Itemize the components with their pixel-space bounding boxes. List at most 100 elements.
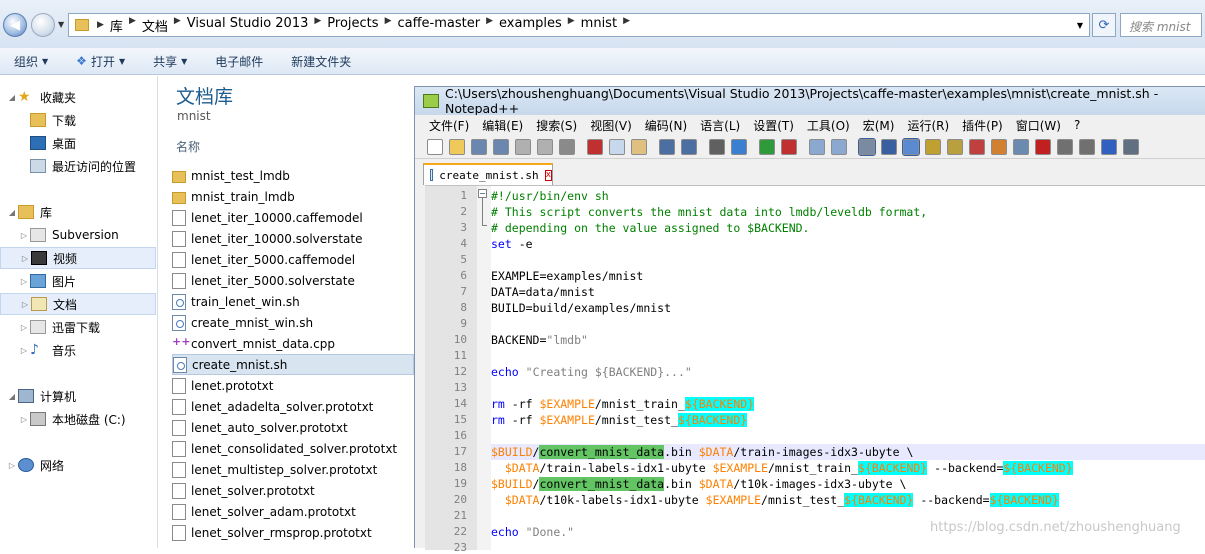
redo-icon[interactable] <box>681 139 697 155</box>
breadcrumb-item[interactable]: 库 <box>110 16 123 35</box>
menu-item[interactable]: 语言(L) <box>700 117 740 134</box>
menu-item[interactable]: 工具(O) <box>807 117 850 134</box>
share-button[interactable]: 共享 ▼ <box>139 53 201 70</box>
print-icon[interactable] <box>559 139 575 155</box>
search-input[interactable]: 搜索 mnist <box>1120 13 1202 37</box>
record-macro-icon[interactable] <box>1035 139 1051 155</box>
nav-subversion[interactable]: ▷ Subversion <box>0 224 156 246</box>
file-row[interactable]: lenet_solver.prototxt <box>172 480 414 501</box>
breadcrumb-separator-icon[interactable]: ▶ <box>568 16 575 35</box>
menu-item[interactable]: 搜索(S) <box>536 117 577 134</box>
breadcrumb-separator-icon[interactable]: ▶ <box>486 16 493 35</box>
file-row[interactable]: mnist_test_lmdb <box>172 165 414 186</box>
code-editor[interactable]: 1 2 3 4 5 6 7 8 9 10 11 12 13 14 15 16 17 18 19 20 21 22 23 − … <box>425 185 1205 554</box>
file-row[interactable]: lenet_iter_5000.caffemodel <box>172 249 414 270</box>
menu-item[interactable]: 运行(R) <box>907 117 949 134</box>
file-row[interactable]: lenet_iter_10000.caffemodel <box>172 207 414 228</box>
menu-item[interactable]: 插件(P) <box>962 117 1003 134</box>
breadcrumb-separator-icon[interactable]: ▶ <box>129 16 136 35</box>
breadcrumb-separator-icon[interactable]: ▶ <box>623 16 630 35</box>
tab-create-mnist-sh[interactable]: create_mnist.sh x <box>423 163 553 185</box>
monitor-icon[interactable] <box>1013 139 1029 155</box>
nav-local-disk[interactable]: ▷ 本地磁盘 (C:) <box>0 408 156 430</box>
copy-icon[interactable] <box>609 139 625 155</box>
breadcrumb-item[interactable]: 文档 <box>142 16 168 35</box>
function-list-icon[interactable] <box>969 139 985 155</box>
fold-toggle-icon[interactable]: − <box>478 189 487 198</box>
paste-icon[interactable] <box>631 139 647 155</box>
breadcrumb-item[interactable]: examples <box>499 16 562 35</box>
nav-videos[interactable]: ▷ 视频 <box>0 247 156 269</box>
menu-item[interactable]: 编辑(E) <box>482 117 523 134</box>
breadcrumb-separator-icon[interactable]: ▶ <box>385 16 392 35</box>
nav-desktop[interactable]: 桌面 <box>0 132 156 154</box>
nav-network[interactable]: ▷ 网络 <box>0 454 156 476</box>
doc-map-icon[interactable] <box>947 139 963 155</box>
file-row[interactable]: mnist_train_lmdb <box>172 186 414 207</box>
breadcrumb-item[interactable]: mnist <box>581 16 617 35</box>
close-all-icon[interactable] <box>537 139 553 155</box>
file-row[interactable]: ++ convert_mnist_data.cpp <box>172 333 414 354</box>
menu-item[interactable]: 视图(V) <box>590 117 632 134</box>
play-macro-icon[interactable] <box>1079 139 1095 155</box>
undo-icon[interactable] <box>659 139 675 155</box>
menu-item[interactable]: 文件(F) <box>429 117 469 134</box>
file-row[interactable]: create_mnist_win.sh <box>172 312 414 333</box>
run-macro-multiple-icon[interactable] <box>1101 139 1117 155</box>
column-header-name[interactable]: 名称 <box>176 138 200 155</box>
save-macro-icon[interactable] <box>1123 139 1139 155</box>
file-row[interactable]: lenet_solver_rmsprop.prototxt <box>172 522 414 543</box>
close-icon[interactable] <box>515 139 531 155</box>
nav-documents[interactable]: ▷ 文档 <box>0 293 156 315</box>
menu-item[interactable]: 设置(T) <box>753 117 794 134</box>
recent-pages-dropdown-icon[interactable]: ▼ <box>58 20 64 29</box>
file-row[interactable]: create_mnist.sh <box>172 354 414 375</box>
breadcrumb-separator-icon[interactable]: ▶ <box>314 16 321 35</box>
open-file-icon[interactable] <box>449 139 465 155</box>
sync-v-icon[interactable] <box>809 139 825 155</box>
nav-computer[interactable]: ◢ 计算机 <box>0 385 156 407</box>
file-row[interactable]: lenet_iter_10000.solverstate <box>172 228 414 249</box>
zoom-in-icon[interactable] <box>759 139 775 155</box>
cut-icon[interactable] <box>587 139 603 155</box>
file-row[interactable]: train_lenet_win.sh <box>172 291 414 312</box>
nav-libraries[interactable]: ◢ 库 <box>0 201 156 223</box>
file-row[interactable]: lenet_solver_adam.prototxt <box>172 501 414 522</box>
breadcrumb-item[interactable]: Visual Studio 2013 <box>187 16 309 35</box>
stop-macro-icon[interactable] <box>1057 139 1073 155</box>
new-file-icon[interactable] <box>427 139 443 155</box>
save-all-icon[interactable] <box>493 139 509 155</box>
save-icon[interactable] <box>471 139 487 155</box>
nav-favorites[interactable]: ◢ ★ 收藏夹 <box>0 86 156 108</box>
organize-button[interactable]: 组织 ▼ <box>0 53 62 70</box>
udl-icon[interactable] <box>925 139 941 155</box>
find-icon[interactable] <box>709 139 725 155</box>
show-all-chars-icon[interactable] <box>881 139 897 155</box>
menu-item[interactable]: 窗口(W) <box>1016 117 1061 134</box>
file-row[interactable]: lenet_multistep_solver.prototxt <box>172 459 414 480</box>
breadcrumb-separator-icon[interactable]: ▶ <box>174 16 181 35</box>
back-button[interactable]: ◀ <box>3 13 27 37</box>
refresh-icon[interactable]: ⟳ <box>1092 13 1116 37</box>
new-folder-button[interactable]: 新建文件夹 <box>277 53 365 70</box>
close-tab-icon[interactable]: x <box>544 169 552 181</box>
sync-h-icon[interactable] <box>831 139 847 155</box>
nav-music[interactable]: ▷ ♪ 音乐 <box>0 339 156 361</box>
file-row[interactable]: lenet_iter_5000.solverstate <box>172 270 414 291</box>
open-button[interactable]: ❖ 打开 ▼ <box>62 53 139 70</box>
file-row[interactable]: lenet_auto_solver.prototxt <box>172 417 414 438</box>
email-button[interactable]: 电子邮件 <box>201 53 277 70</box>
nav-downloads[interactable]: 下载 <box>0 109 156 131</box>
address-input[interactable]: ▶ 库 ▶ 文档 ▶ Visual Studio 2013 ▶ Projects ▶ caffe… <box>68 13 1090 37</box>
menu-item[interactable]: ? <box>1074 118 1080 132</box>
nav-thunder-downloads[interactable]: ▷ 迅雷下载 <box>0 316 156 338</box>
file-row[interactable]: lenet_adadelta_solver.prototxt <box>172 396 414 417</box>
breadcrumb-item[interactable]: caffe-master <box>397 16 480 35</box>
indent-guide-icon[interactable] <box>902 138 920 156</box>
address-dropdown-icon[interactable]: ▼ <box>1077 21 1083 30</box>
forward-button[interactable] <box>31 13 55 37</box>
zoom-out-icon[interactable] <box>781 139 797 155</box>
word-wrap-icon[interactable] <box>858 138 876 156</box>
folder-workspace-icon[interactable] <box>991 139 1007 155</box>
file-row[interactable]: lenet_consolidated_solver.prototxt <box>172 438 414 459</box>
